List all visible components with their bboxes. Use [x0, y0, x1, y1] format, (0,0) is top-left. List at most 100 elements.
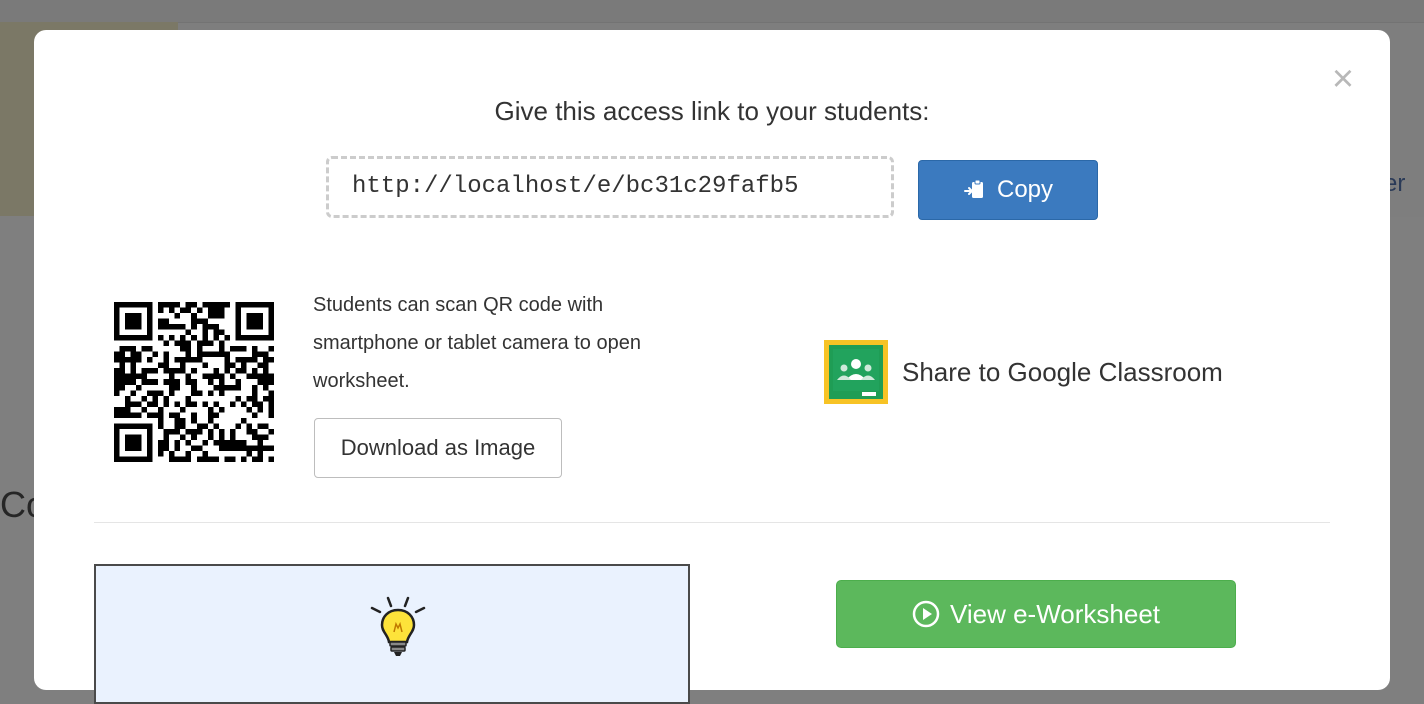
qr-module: [268, 456, 274, 462]
qr-module: [185, 379, 192, 385]
qr-module: [119, 351, 126, 358]
qr-module: [229, 362, 236, 369]
qr-module: [163, 351, 170, 358]
qr-module: [130, 373, 137, 380]
qr-module: [202, 302, 208, 308]
qr-module: [235, 423, 241, 429]
qr-module: [163, 439, 170, 446]
qr-module: [141, 395, 148, 402]
qr-module: [147, 412, 153, 418]
qr-module: [174, 368, 181, 374]
qr-module: [114, 406, 120, 413]
qr-module: [114, 318, 120, 325]
qr-module: [240, 401, 247, 407]
qr-module: [174, 313, 181, 319]
qr-module: [152, 390, 159, 396]
qr-module: [246, 450, 252, 457]
qr-module: [246, 395, 252, 402]
background-topbar: [0, 0, 1424, 23]
download-image-button[interactable]: Download as Image: [314, 418, 562, 478]
view-eworksheet-button[interactable]: View e-Worksheet: [836, 580, 1236, 648]
qr-module: [174, 445, 181, 451]
qr-module: [229, 346, 236, 352]
qr-module: [136, 324, 142, 330]
qr-module: [114, 456, 120, 462]
qr-module: [147, 401, 153, 407]
close-icon[interactable]: ×: [1328, 60, 1358, 98]
qr-module: [229, 384, 236, 391]
qr-module: [169, 456, 175, 462]
qr-module: [119, 384, 126, 391]
qr-module: [158, 412, 164, 418]
qr-module: [119, 335, 126, 341]
qr-module: [202, 340, 208, 347]
qr-module: [119, 368, 126, 374]
qr-module: [207, 417, 214, 424]
qr-module: [235, 368, 241, 374]
qr-module: [174, 412, 181, 418]
qr-module: [268, 313, 274, 319]
qr-module: [218, 390, 225, 396]
qr-module: [196, 445, 203, 451]
qr-module: [196, 346, 203, 352]
qr-module: [147, 368, 153, 374]
qr-module: [213, 384, 219, 391]
qr-module: [191, 401, 197, 407]
qr-module: [218, 373, 225, 380]
qr-module: [185, 439, 192, 446]
qr-code: [114, 302, 274, 462]
qr-module: [114, 351, 120, 358]
qr-module: [240, 445, 247, 451]
qr-module: [268, 373, 274, 380]
qr-module: [240, 439, 247, 446]
qr-module: [268, 324, 274, 330]
qr-module: [169, 412, 175, 418]
copy-button[interactable]: Copy: [918, 160, 1098, 220]
qr-module: [235, 346, 241, 352]
qr-module: [229, 439, 236, 446]
qr-module: [130, 423, 137, 429]
qr-module: [130, 368, 137, 374]
qr-module: [196, 318, 203, 325]
qr-module: [174, 384, 181, 391]
qr-module: [213, 412, 219, 418]
qr-module: [169, 373, 175, 380]
qr-module: [180, 406, 186, 413]
qr-module: [235, 329, 241, 336]
qr-module: [174, 417, 181, 424]
qr-module: [262, 357, 269, 363]
qr-module: [202, 439, 208, 446]
qr-module: [262, 434, 269, 440]
share-modal: × Give this access link to your students…: [34, 30, 1390, 704]
google-classroom-share[interactable]: Share to Google Classroom: [824, 340, 1223, 404]
qr-module: [191, 445, 197, 451]
qr-module: [174, 401, 181, 407]
qr-module: [235, 357, 241, 363]
qr-module: [114, 384, 120, 391]
qr-module: [218, 379, 225, 385]
qr-module: [147, 324, 153, 330]
access-link-field[interactable]: http://localhost/e/bc31c29fafb5: [326, 156, 894, 218]
qr-module: [213, 439, 219, 446]
qr-module: [130, 390, 137, 396]
qr-module: [257, 373, 263, 380]
qr-module: [257, 302, 263, 308]
qr-module: [136, 423, 142, 429]
qr-module: [251, 324, 258, 330]
qr-module: [114, 373, 120, 380]
qr-module: [147, 318, 153, 325]
qr-module: [125, 324, 131, 330]
qr-module: [114, 428, 120, 435]
qr-module: [185, 450, 192, 457]
qr-module: [180, 456, 186, 462]
qr-module: [262, 351, 269, 358]
qr-module: [235, 445, 241, 451]
google-classroom-icon: [824, 340, 888, 404]
qr-module: [207, 313, 214, 319]
qr-module: [136, 445, 142, 451]
qr-module: [235, 302, 241, 308]
qr-module: [218, 313, 225, 319]
qr-module: [185, 373, 192, 380]
worksheet-preview[interactable]: [94, 564, 690, 704]
qr-module: [163, 445, 170, 451]
